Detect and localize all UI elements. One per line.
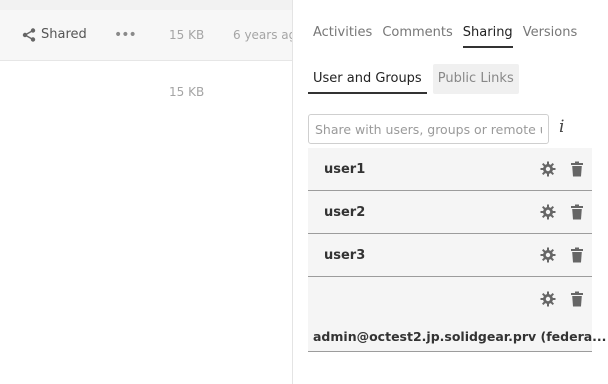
gear-icon[interactable]	[540, 247, 556, 267]
file-row[interactable]: Shared ••• 15 KB 6 years ago	[0, 10, 292, 61]
trash-icon[interactable]	[570, 291, 584, 311]
sharee-name: user3	[324, 248, 366, 263]
subtab-public-links[interactable]: Public Links	[432, 64, 519, 94]
share-action[interactable]: Shared	[22, 27, 87, 42]
details-sidebar: Activities Comments Sharing Versions Use…	[292, 0, 608, 384]
file-modified-date: 6 years ago	[233, 28, 292, 42]
sharee-row-federated: admin@octest2.jp.solidgear.prv (federa..…	[308, 277, 606, 352]
sharee-name: user1	[324, 162, 366, 177]
subtab-user-and-groups[interactable]: User and Groups	[308, 64, 427, 94]
more-icon[interactable]: •••	[114, 27, 137, 43]
sharee-name: user2	[324, 205, 366, 220]
sharee-row-user1: user1	[308, 148, 592, 191]
share-with-input[interactable]	[308, 114, 549, 144]
file-row-previous	[0, 0, 292, 10]
sidebar-tabs: Activities Comments Sharing Versions	[313, 25, 587, 48]
sharee-row-user3: user3	[308, 234, 592, 277]
sharee-actions	[540, 161, 584, 181]
gear-icon[interactable]	[540, 161, 556, 181]
share-icon	[22, 27, 36, 42]
gear-icon[interactable]	[540, 291, 556, 311]
file-size: 15 KB	[169, 85, 205, 99]
file-size: 15 KB	[169, 28, 205, 42]
trash-icon[interactable]	[570, 204, 584, 224]
sharee-name: admin@octest2.jp.solidgear.prv (federa..…	[313, 329, 607, 344]
file-list: Shared ••• 15 KB 6 years ago 15 KB	[0, 0, 292, 384]
tab-comments[interactable]: Comments	[382, 25, 452, 48]
gear-icon[interactable]	[540, 204, 556, 224]
sharee-actions	[540, 204, 584, 224]
sharing-subtabs: User and Groups Public Links	[308, 64, 519, 94]
trash-icon[interactable]	[570, 247, 584, 267]
sharee-actions	[540, 291, 584, 311]
info-icon[interactable]: i	[559, 117, 564, 137]
sharee-row-user2: user2	[308, 191, 592, 234]
tab-versions[interactable]: Versions	[523, 25, 578, 48]
share-action-label: Shared	[41, 27, 87, 42]
tab-activities[interactable]: Activities	[313, 25, 372, 48]
trash-icon[interactable]	[570, 161, 584, 181]
tab-sharing[interactable]: Sharing	[462, 25, 513, 48]
sharee-actions	[540, 247, 584, 267]
